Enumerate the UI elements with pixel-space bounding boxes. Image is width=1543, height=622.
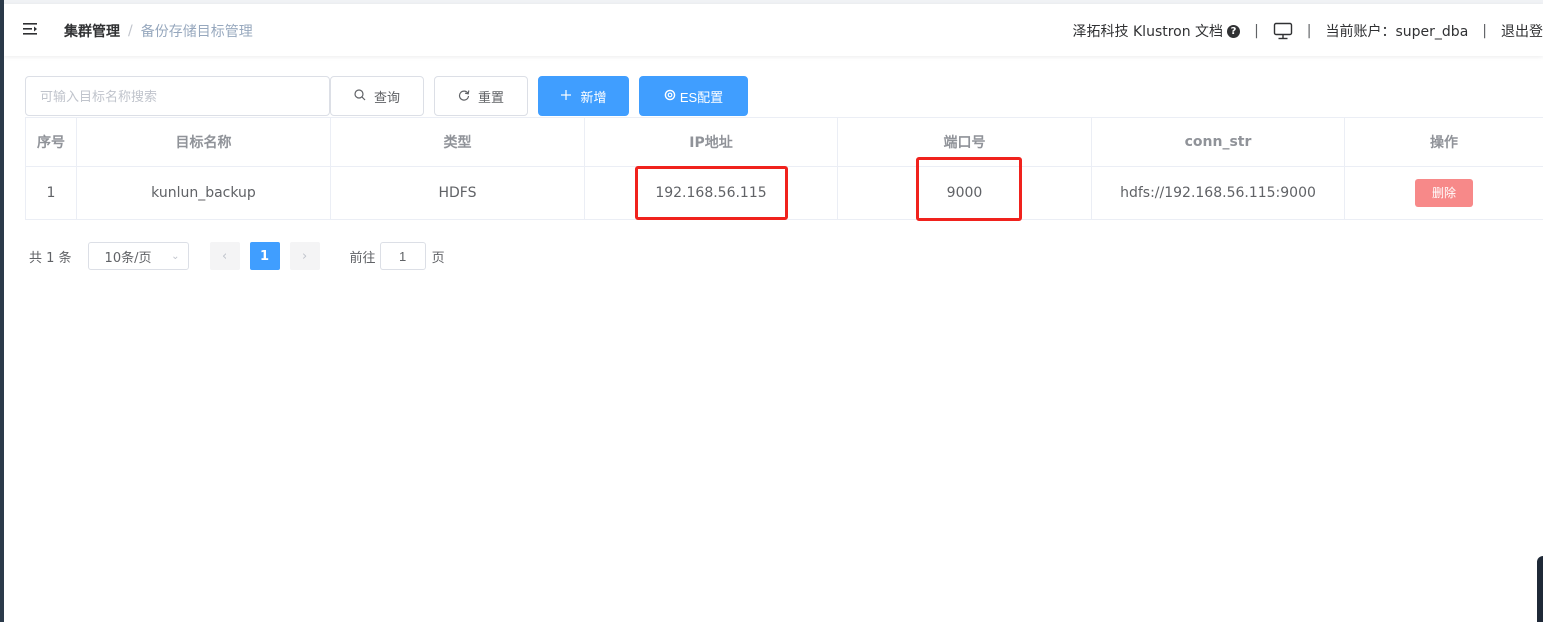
monitor-icon[interactable] <box>1273 22 1293 40</box>
cell-index: 1 <box>25 166 77 220</box>
chevron-left-icon: ‹ <box>221 248 228 264</box>
search-toolbar: 查询 重置 新增 ES配置 <box>25 76 748 116</box>
column-header-type: 类型 <box>330 117 585 167</box>
column-header-actions: 操作 <box>1344 117 1543 167</box>
add-label: 新增 <box>580 89 607 105</box>
breadcrumb-cluster-management[interactable]: 集群管理 <box>64 21 120 41</box>
reset-label: 重置 <box>477 89 504 105</box>
breadcrumb-backup-target-management: 备份存储目标管理 <box>140 24 253 40</box>
floating-edge-tab <box>1537 556 1543 622</box>
breadcrumb: 集群管理 / 备份存储目标管理 <box>64 21 253 41</box>
query-label: 查询 <box>373 89 400 105</box>
page-size-select[interactable]: 10条/页 ⌄ <box>87 242 189 270</box>
total-count: 共 1 条 <box>29 250 72 266</box>
refresh-icon <box>458 89 470 104</box>
search-input[interactable] <box>25 76 330 116</box>
query-button[interactable]: 查询 <box>330 76 424 116</box>
cell-actions: 删除 <box>1344 166 1543 220</box>
es-config-label: ES配置 <box>679 89 724 105</box>
plus-icon <box>560 89 572 104</box>
logout-link[interactable]: 退出登 <box>1501 21 1543 41</box>
current-account: 当前账户：super_dba <box>1325 24 1469 40</box>
sidebar-edge <box>0 0 4 622</box>
port-highlight-box <box>916 157 1022 221</box>
divider: | <box>1482 23 1487 39</box>
cell-type: HDFS <box>330 166 585 220</box>
column-header-ip: IP地址 <box>584 117 838 167</box>
column-header-conn-str: conn_str <box>1091 117 1345 167</box>
table-header-row: 序号 目标名称 类型 IP地址 端口号 conn_str 操作 <box>25 117 1543 167</box>
delete-button[interactable]: 删除 <box>1415 179 1473 207</box>
chevron-right-icon: › <box>301 248 308 264</box>
chevron-down-icon: ⌄ <box>171 250 180 262</box>
help-icon[interactable]: ? <box>1227 24 1241 38</box>
cell-name: kunlun_backup <box>76 166 331 220</box>
goto-page-input[interactable] <box>379 242 426 270</box>
column-header-name: 目标名称 <box>76 117 331 167</box>
menu-fold-icon[interactable] <box>22 21 38 37</box>
docs-link[interactable]: 泽拓科技 Klustron 文档 <box>1073 21 1224 41</box>
header-right: 泽拓科技 Klustron 文档 ? | | 当前账户：super_dba | … <box>1073 21 1543 41</box>
prev-page-button[interactable]: ‹ <box>209 242 240 270</box>
goto-label: 前往 <box>349 250 376 266</box>
divider: | <box>1306 23 1312 39</box>
cell-conn-str: hdfs://192.168.56.115:9000 <box>1091 166 1345 220</box>
page-jumper: 前往 页 <box>350 242 445 270</box>
breadcrumb-separator: / <box>128 23 133 39</box>
next-page-button[interactable]: › <box>289 242 320 270</box>
add-button[interactable]: 新增 <box>538 76 629 116</box>
page-number[interactable]: 1 <box>249 242 280 270</box>
ip-highlight-box <box>635 166 788 220</box>
es-config-button[interactable]: ES配置 <box>639 76 748 116</box>
divider: | <box>1254 23 1259 39</box>
settings-icon <box>664 89 676 104</box>
column-header-index: 序号 <box>25 117 77 167</box>
page-suffix: 页 <box>431 250 445 266</box>
navbar: 集群管理 / 备份存储目标管理 泽拓科技 Klustron 文档 ? | | 当… <box>4 4 1543 56</box>
search-icon <box>354 88 366 104</box>
pagination: 共 1 条 10条/页 ⌄ ‹ 1 › 前往 页 <box>29 242 445 270</box>
page-size-value: 10条/页 <box>104 250 152 266</box>
reset-button[interactable]: 重置 <box>434 76 528 116</box>
